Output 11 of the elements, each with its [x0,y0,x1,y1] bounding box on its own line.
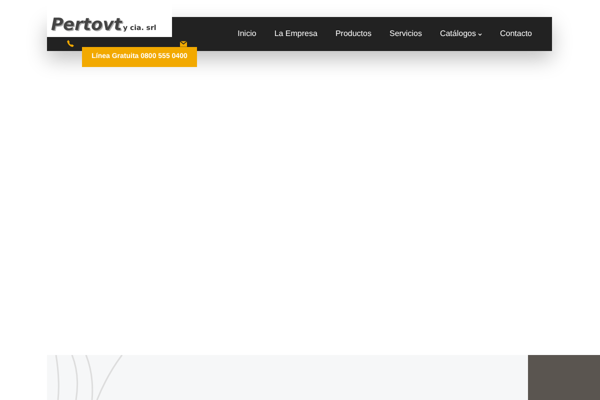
nav-link[interactable]: Servicios [389,28,422,40]
nav-link[interactable]: La Empresa [274,28,318,40]
nav-link[interactable]: Catálogos [440,28,482,40]
caret-icon [478,32,482,36]
phone-icon [67,40,74,47]
nav-link[interactable]: Productos [335,28,372,40]
nav-link[interactable]: Inicio [238,28,256,40]
nav-link[interactable]: Contacto [500,28,532,40]
photo-placeholder [528,355,600,400]
mail-icon [180,41,187,47]
logo-text: Pertovt [51,17,122,34]
